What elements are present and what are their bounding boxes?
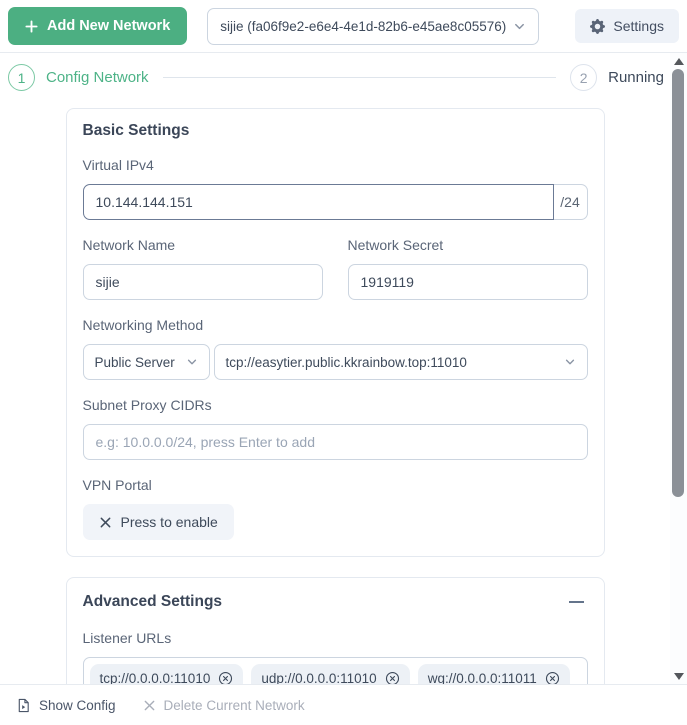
ipv4-prefix-addon: /24 (553, 184, 588, 220)
main-region: 1 Config Network 2 Running Basic Setting… (0, 53, 687, 684)
step-1-circle: 1 (8, 64, 35, 91)
step-running[interactable]: 2 Running (570, 64, 664, 91)
subnet-proxy-label: Subnet Proxy CIDRs (82, 397, 212, 413)
minus-icon (569, 601, 584, 603)
networking-method-select[interactable]: Public Server (82, 344, 210, 380)
show-config-button[interactable]: Show Config (16, 698, 116, 713)
file-play-icon (16, 698, 31, 713)
top-toolbar: Add New Network sijie (fa06f9e2-e6e4-4e1… (0, 0, 687, 53)
virtual-ipv4-label: Virtual IPv4 (82, 157, 154, 173)
stepper-connector (162, 77, 557, 78)
scrollbar-thumb[interactable] (672, 69, 684, 497)
networking-method-label: Networking Method (82, 317, 204, 333)
network-secret-label: Network Secret (347, 237, 444, 253)
step-2-label: Running (608, 69, 664, 86)
subnet-proxy-input[interactable] (82, 424, 588, 460)
listener-chip: udp://0.0.0.0:11010 (251, 664, 410, 685)
virtual-ipv4-group: /24 (82, 184, 588, 220)
listener-chip-label: wg://0.0.0.0:11011 (427, 670, 537, 685)
listener-chip: wg://0.0.0.0:11011 (417, 664, 570, 685)
network-selector-value: sijie (fa06f9e2-e6e4-4e1d-82b6-e45ae8c05… (220, 18, 507, 34)
step-1-label: Config Network (46, 69, 149, 86)
listener-urls-editor[interactable]: tcp://0.0.0.0:11010 udp://0.0.0.0:11010 … (82, 657, 588, 685)
step-config-network[interactable]: 1 Config Network (8, 64, 149, 91)
show-config-label: Show Config (39, 697, 116, 713)
add-new-network-label: Add New Network (47, 18, 171, 34)
gear-icon (590, 18, 606, 34)
add-new-network-button[interactable]: Add New Network (8, 7, 188, 45)
networking-method-value: Public Server (94, 354, 175, 370)
network-selector[interactable]: sijie (fa06f9e2-e6e4-4e1d-82b6-e45ae8c05… (207, 7, 540, 45)
delete-current-network-button[interactable]: Delete Current Network (143, 698, 305, 713)
delete-current-network-label: Delete Current Network (163, 697, 305, 713)
x-icon (99, 516, 112, 529)
listener-chip-label: tcp://0.0.0.0:11010 (99, 670, 211, 685)
basic-settings-card: Basic Settings Virtual IPv4 /24 Network … (65, 108, 605, 557)
vertical-scrollbar[interactable] (670, 53, 687, 684)
step-2-circle: 2 (570, 64, 598, 91)
public-server-select[interactable]: tcp://easytier.public.kkrainbow.top:1101… (213, 344, 588, 380)
advanced-settings-title: Advanced Settings (82, 593, 223, 610)
network-secret-input[interactable] (347, 264, 588, 300)
chevron-down-icon (513, 20, 526, 33)
plus-icon (25, 19, 38, 33)
remove-chip-icon[interactable] (385, 671, 400, 684)
network-name-label: Network Name (82, 237, 176, 253)
remove-chip-icon[interactable] (218, 671, 233, 684)
stepper: 1 Config Network 2 Running (0, 53, 670, 93)
virtual-ipv4-input[interactable] (82, 184, 554, 220)
scroll-content: 1 Config Network 2 Running Basic Setting… (0, 53, 670, 684)
chevron-down-icon (186, 356, 198, 368)
vpn-portal-enable-button[interactable]: Press to enable (82, 504, 234, 540)
network-name-input[interactable] (82, 264, 323, 300)
settings-button[interactable]: Settings (575, 9, 679, 43)
listener-urls-label: Listener URLs (82, 630, 172, 646)
listener-chip: tcp://0.0.0.0:11010 (89, 664, 244, 685)
scroll-up-arrow[interactable] (673, 58, 684, 65)
chevron-down-icon (564, 356, 576, 368)
vpn-portal-button-label: Press to enable (120, 514, 218, 530)
public-server-value: tcp://easytier.public.kkrainbow.top:1101… (225, 354, 467, 370)
listener-chip-label: udp://0.0.0.0:11010 (261, 670, 377, 685)
remove-chip-icon[interactable] (545, 671, 560, 684)
bottom-action-bar: Show Config Delete Current Network (0, 684, 687, 725)
advanced-settings-card: Advanced Settings Listener URLs tcp://0.… (65, 577, 605, 685)
collapse-advanced-button[interactable] (566, 591, 588, 613)
vpn-portal-label: VPN Portal (82, 477, 152, 493)
x-icon (143, 699, 156, 712)
scroll-down-arrow[interactable] (673, 673, 684, 680)
settings-label: Settings (613, 18, 664, 34)
basic-settings-title: Basic Settings (82, 122, 190, 139)
